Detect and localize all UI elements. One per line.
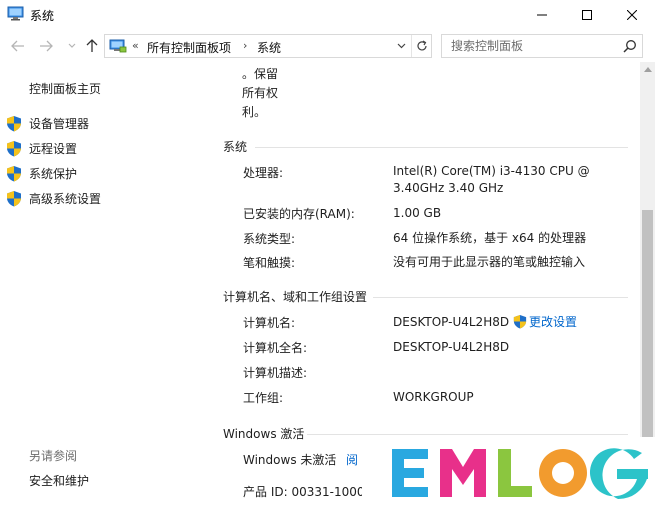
emlog-letter-e bbox=[392, 449, 428, 497]
close-icon bbox=[627, 10, 637, 20]
emlog-letter-g bbox=[589, 448, 648, 500]
uac-shield-icon bbox=[7, 165, 21, 181]
address-history-button[interactable] bbox=[391, 35, 411, 57]
uac-shield-icon bbox=[7, 140, 21, 156]
full-computer-name-label: 计算机全名: bbox=[243, 341, 308, 355]
breadcrumb-system[interactable]: 系统 bbox=[257, 39, 281, 56]
emlog-logo bbox=[392, 448, 648, 500]
search-icon[interactable] bbox=[623, 39, 637, 53]
advanced-system-settings-label: 高级系统设置 bbox=[29, 191, 102, 206]
uac-shield-icon bbox=[7, 190, 21, 206]
device-manager-link[interactable]: 设备管理器 bbox=[6, 114, 89, 132]
section-divider bbox=[307, 434, 628, 435]
up-button[interactable] bbox=[84, 39, 100, 53]
copyright-line: 利。 bbox=[242, 105, 267, 119]
processor-label: 处理器: bbox=[243, 166, 284, 180]
activation-terms-link[interactable]: 阅 bbox=[346, 451, 358, 468]
security-maintenance-link[interactable]: 安全和维护 bbox=[29, 472, 89, 489]
emlog-letter-l bbox=[498, 449, 532, 497]
arrow-left-icon bbox=[11, 40, 24, 52]
change-settings-label: 更改设置 bbox=[529, 315, 578, 329]
maximize-icon bbox=[582, 10, 592, 20]
system-type-label: 系统类型: bbox=[243, 232, 296, 246]
system-protection-link[interactable]: 系统保护 bbox=[6, 164, 77, 182]
pen-touch-value: 没有可用于此显示器的笔或触控输入 bbox=[393, 255, 586, 269]
section-divider bbox=[255, 147, 628, 148]
breadcrumb-all-items[interactable]: 所有控制面板项 bbox=[147, 39, 231, 56]
scroll-thumb[interactable] bbox=[642, 210, 653, 455]
system-type-value: 64 位操作系统，基于 x64 的处理器 bbox=[393, 231, 587, 245]
copyright-text: 。保留 所有权 利。 bbox=[242, 65, 292, 122]
computer-name-section-title: 计算机名、域和工作组设置 bbox=[223, 290, 368, 304]
activation-section-title: Windows 激活 bbox=[223, 427, 305, 441]
ram-value: 1.00 GB bbox=[393, 206, 442, 220]
section-divider bbox=[373, 297, 628, 298]
pen-touch-label: 笔和触摸: bbox=[243, 256, 296, 270]
scroll-up-button[interactable] bbox=[640, 62, 655, 77]
emlog-letter-m bbox=[440, 449, 486, 497]
refresh-icon bbox=[416, 40, 427, 51]
computer-name-label: 计算机名: bbox=[243, 316, 296, 330]
remote-settings-link[interactable]: 远程设置 bbox=[6, 139, 77, 157]
computer-name-value: DESKTOP-U4L2H8D bbox=[393, 315, 510, 329]
processor-line: 3.40GHz 3.40 GHz bbox=[393, 181, 504, 195]
full-computer-name-value: DESKTOP-U4L2H8D bbox=[393, 340, 510, 354]
advanced-system-settings-link[interactable]: 高级系统设置 bbox=[6, 189, 101, 207]
computer-description-label: 计算机描述: bbox=[243, 366, 308, 380]
chevron-down-icon bbox=[68, 43, 76, 48]
emlog-letter-o bbox=[539, 449, 587, 497]
workgroup-value: WORKGROUP bbox=[393, 390, 474, 404]
control-panel-home-link[interactable]: 控制面板主页 bbox=[29, 80, 101, 97]
activation-status: Windows 未激活 bbox=[243, 453, 337, 467]
address-bar[interactable]: « 所有控制面板项 › 系统 bbox=[104, 34, 432, 58]
emlog-watermark bbox=[362, 437, 655, 507]
control-panel-icon bbox=[109, 39, 127, 53]
remote-settings-label: 远程设置 bbox=[29, 141, 78, 156]
uac-shield-icon bbox=[513, 314, 527, 329]
forward-button[interactable] bbox=[38, 39, 54, 53]
system-protection-label: 系统保护 bbox=[29, 166, 78, 181]
workgroup-label: 工作组: bbox=[243, 391, 284, 405]
recent-locations-button[interactable] bbox=[64, 39, 80, 53]
scroll-up-arrow-icon bbox=[643, 67, 652, 72]
arrow-up-icon bbox=[86, 39, 98, 52]
navigation-bar: « 所有控制面板项 › 系统 bbox=[0, 31, 655, 61]
product-id: 产品 ID: 00331-1000 bbox=[243, 485, 365, 499]
breadcrumb-separator[interactable]: › bbox=[243, 39, 247, 52]
chevron-down-icon bbox=[397, 43, 405, 49]
left-pane: 控制面板主页 设备管理器 远程设置 系统保护 高级系统设置 另请参阅 安全和维护 bbox=[0, 62, 215, 507]
copyright-line: 。保留 bbox=[242, 67, 279, 81]
back-button[interactable] bbox=[10, 39, 26, 53]
window-title: 系统 bbox=[30, 9, 55, 23]
change-settings-link[interactable]: 更改设置 bbox=[513, 313, 577, 330]
maximize-button[interactable] bbox=[564, 0, 610, 30]
minimize-icon bbox=[537, 14, 547, 16]
system-monitor-icon bbox=[7, 6, 24, 21]
ram-label: 已安装的内存(RAM): bbox=[243, 207, 355, 221]
uac-shield-icon bbox=[7, 115, 21, 131]
search-box[interactable] bbox=[441, 34, 643, 58]
device-manager-label: 设备管理器 bbox=[29, 116, 90, 131]
see-also-heading: 另请参阅 bbox=[29, 449, 78, 463]
breadcrumb-overflow[interactable]: « bbox=[132, 39, 139, 52]
system-section-title: 系统 bbox=[223, 140, 248, 154]
processor-value: Intel(R) Core(TM) i3-4130 CPU @ 3.40GHz … bbox=[393, 163, 590, 197]
processor-line: Intel(R) Core(TM) i3-4130 CPU @ bbox=[393, 164, 590, 178]
minimize-button[interactable] bbox=[519, 0, 565, 30]
search-input[interactable] bbox=[442, 35, 618, 57]
arrow-right-icon bbox=[40, 40, 53, 52]
close-button[interactable] bbox=[609, 0, 655, 30]
copyright-line: 所有权 bbox=[242, 86, 279, 100]
title-bar: 系统 bbox=[0, 0, 655, 30]
refresh-button[interactable] bbox=[411, 35, 431, 57]
